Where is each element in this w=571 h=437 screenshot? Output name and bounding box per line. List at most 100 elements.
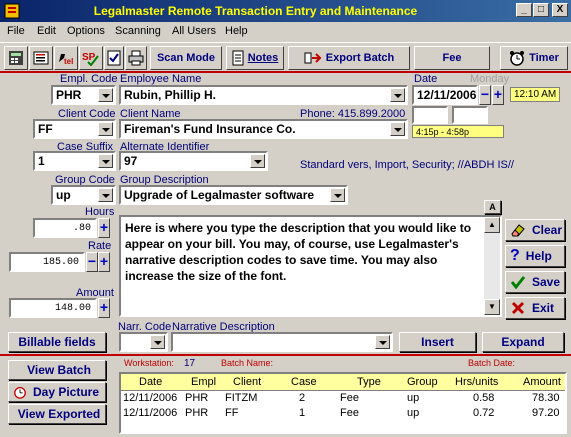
hours-increment-button[interactable]: + [98,218,110,238]
menu-file[interactable]: File [7,25,25,37]
narr-desc-combo[interactable] [171,332,393,352]
chevron-down-icon[interactable] [375,335,390,349]
group-code-combo[interactable]: up [51,185,116,205]
menu-help[interactable]: Help [225,25,248,37]
help-label: Help [525,249,552,263]
empl-code-combo[interactable]: PHR [51,85,116,105]
menu-all-users[interactable]: All Users [172,25,216,37]
column-header-amount[interactable]: Amount [523,376,561,388]
notes-button[interactable]: Notes [226,46,284,70]
table-row[interactable]: 12/11/2006 PHR FITZM 2 Fee up 0.58 78.30 [121,392,565,407]
fee-button[interactable]: Fee [414,46,490,70]
menu-bar: File Edit Options Scanning All Users Hel… [0,22,571,42]
chevron-down-icon[interactable] [98,154,113,168]
batch-table[interactable]: Date Empl Client Case Type Group Hrs/uni… [119,372,567,434]
description-scrollbar[interactable]: ▲ ▼ [484,217,500,315]
empl-code-label: Empl. Code [60,73,118,85]
alarm-clock-icon [510,51,525,66]
chevron-down-icon[interactable] [150,335,165,349]
expand-button[interactable]: Expand [482,332,564,352]
table-row[interactable]: 12/11/2006 PHR FF 1 Fee up 0.72 97.20 [121,407,565,422]
time-end-field[interactable] [452,106,488,124]
red-x-icon [511,301,525,315]
maximize-button[interactable]: □ [533,3,549,17]
scan-mode-button[interactable]: Scan Mode [150,46,222,70]
date-field[interactable]: 12/11/2006 [412,85,478,105]
eraser-icon [511,224,525,237]
list-icon[interactable] [29,46,53,70]
toolbar: tel SP Scan Mode Notes Export Batch Fee … [0,42,571,73]
column-header-date[interactable]: Date [139,376,162,388]
time-range-display: 4:15p - 4:58p [412,125,504,138]
close-button[interactable]: X [552,3,568,17]
rate-increment-button[interactable]: + [98,252,110,272]
column-header-case[interactable]: Case [291,376,317,388]
case-suffix-value: 1 [38,154,45,168]
timer-button[interactable]: Timer [500,46,568,70]
batch-date-label: Batch Date: [468,358,516,368]
date-label: Date [414,73,438,85]
time-start-field[interactable] [412,106,448,124]
employee-name-value: Rubin, Phillip H. [124,88,216,102]
alt-id-combo[interactable]: 97 [119,151,268,171]
save-button[interactable]: Save [505,271,565,293]
font-size-icon[interactable]: A [484,200,501,214]
cell-empl: PHR [185,407,209,419]
printer-icon[interactable] [125,46,147,70]
clear-button[interactable]: Clear [505,219,565,241]
export-batch-button[interactable]: Export Batch [288,46,410,70]
group-desc-combo[interactable]: Upgrade of Legalmaster software [119,185,348,205]
menu-options[interactable]: Options [67,25,105,37]
cell-group: up [407,407,420,419]
rate-field[interactable]: 185.00 [9,252,85,272]
scroll-down-icon[interactable]: ▼ [484,299,500,315]
chevron-down-icon[interactable] [98,188,113,202]
minimize-button[interactable]: _ [516,3,532,17]
date-increment-button[interactable]: + [492,85,504,105]
view-exported-button[interactable]: View Exported [8,404,106,424]
chevron-down-icon[interactable] [390,88,405,102]
column-header-client[interactable]: Client [233,376,261,388]
chevron-down-icon[interactable] [250,154,265,168]
hours-field[interactable]: .80 [33,218,97,238]
description-text: Here is where you type the description t… [125,221,472,283]
day-picture-button[interactable]: Day Picture [8,382,106,402]
client-name-combo[interactable]: Fireman's Fund Insurance Co. [119,119,408,139]
cell-amount: 97.20 [532,407,560,419]
insert-button[interactable]: Insert [399,332,476,352]
window-title: Legalmaster Remote Transaction Entry and… [93,4,418,18]
employee-name-combo[interactable]: Rubin, Phillip H. [119,85,408,105]
notes-label: Notes [247,52,279,64]
view-batch-button[interactable]: View Batch [8,360,106,380]
billable-fields-button[interactable]: Billable fields [8,332,106,352]
narr-code-combo[interactable] [119,332,168,352]
case-suffix-combo[interactable]: 1 [33,151,116,171]
section-divider [0,354,571,356]
workstation-label: Workstation: [124,358,174,368]
telephone-icon[interactable]: tel [54,46,78,70]
chevron-down-icon[interactable] [330,188,345,202]
amount-increment-button[interactable]: + [98,298,110,318]
column-header-hrs-units[interactable]: Hrs/units [455,376,498,388]
help-button[interactable]: ? Help [505,245,565,267]
export-batch-label: Export Batch [325,52,395,64]
calculator-icon[interactable] [4,46,28,70]
rate-decrement-button[interactable]: − [86,252,98,272]
scroll-up-icon[interactable]: ▲ [484,217,500,233]
spell-check-icon[interactable]: SP [79,46,103,70]
column-header-type[interactable]: Type [357,376,381,388]
column-header-group[interactable]: Group [407,376,438,388]
menu-scanning[interactable]: Scanning [115,25,161,37]
client-code-combo[interactable]: FF [33,119,116,139]
chevron-down-icon[interactable] [390,122,405,136]
exit-button[interactable]: Exit [505,297,565,319]
menu-edit[interactable]: Edit [37,25,56,37]
check-list-icon[interactable] [104,46,124,70]
amount-field[interactable]: 148.00 [9,298,97,318]
column-header-empl[interactable]: Empl [191,376,216,388]
description-textarea[interactable]: Here is where you type the description t… [119,215,502,317]
chevron-down-icon[interactable] [98,88,113,102]
notes-icon [232,50,244,66]
chevron-down-icon[interactable] [98,122,113,136]
date-decrement-button[interactable]: − [479,85,491,105]
